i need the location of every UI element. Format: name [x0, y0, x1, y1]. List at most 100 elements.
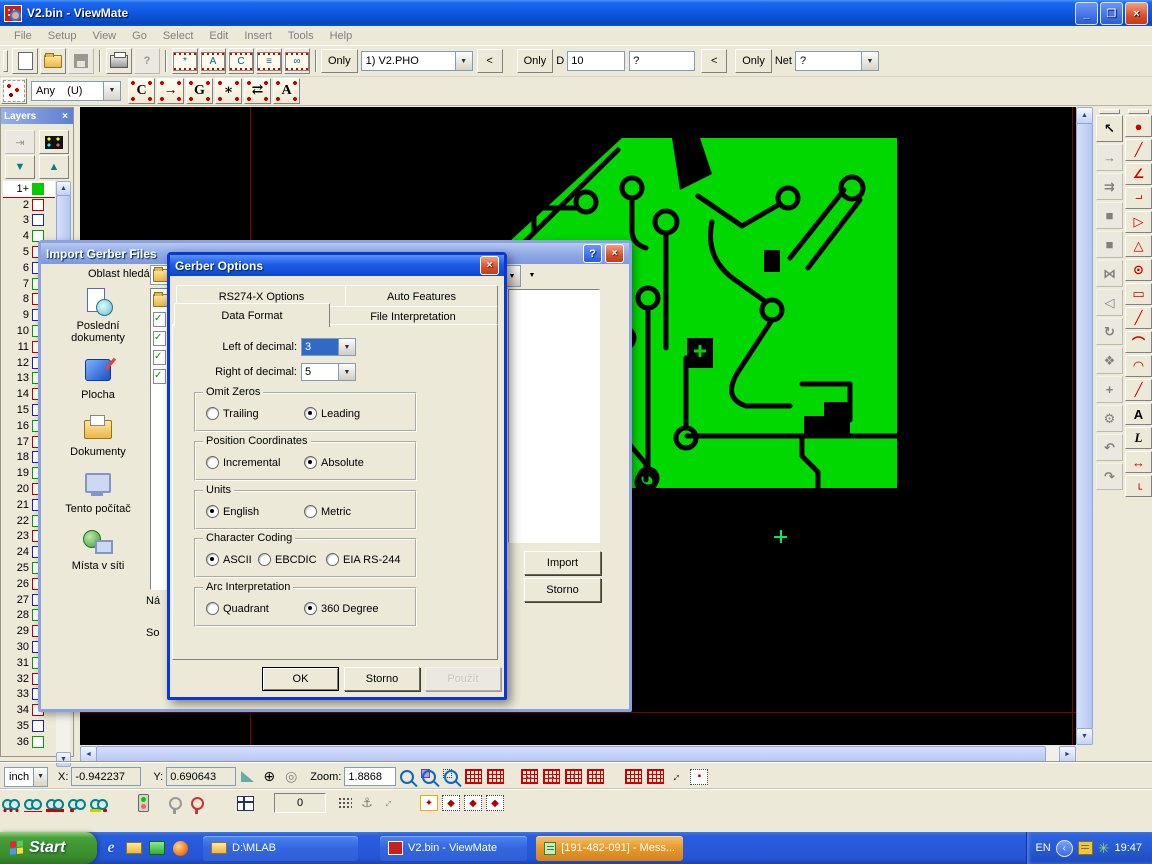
scroll-down-button[interactable]: ▼ — [1076, 728, 1093, 745]
snap-corners-tool[interactable]: ❖ — [1096, 347, 1123, 374]
gerber-file-icon[interactable] — [153, 369, 166, 384]
previous-dcode-button[interactable]: < — [701, 49, 727, 73]
layer-down-button[interactable]: ▼ — [5, 155, 35, 179]
pan-right-button[interactable]: → — [541, 767, 561, 787]
save-button[interactable] — [68, 48, 94, 74]
layer-up-button[interactable]: ▲ — [39, 155, 69, 179]
chevron-down-icon[interactable]: ▼ — [33, 767, 48, 787]
view-all-dcodes-button[interactable] — [1, 793, 21, 813]
menu-view[interactable]: View — [84, 28, 124, 44]
move-item-tool[interactable]: + — [1096, 376, 1123, 403]
path-corner-tool[interactable]: ⌐ — [1125, 187, 1152, 209]
grid-snap-button[interactable] — [463, 767, 483, 787]
menu-edit[interactable]: Edit — [201, 28, 236, 44]
text-tool[interactable]: A — [1125, 403, 1152, 425]
flash-mode-button[interactable]: ✦ — [419, 793, 439, 813]
dimension-tool[interactable]: ↔ — [1125, 451, 1152, 473]
dcode-type-combo[interactable]: Any (U) ▼ — [31, 81, 121, 101]
layer-color-swatch[interactable] — [32, 183, 44, 195]
metric-radio[interactable] — [304, 505, 317, 518]
layer-dock-button[interactable]: ⇥ — [5, 130, 35, 154]
trailing-radio[interactable] — [206, 407, 219, 420]
gerber-file-icon[interactable] — [153, 312, 166, 327]
layer-filter-combo[interactable]: 1) V2.PHO ▼ — [361, 51, 473, 71]
chevron-down-icon[interactable]: ▼ — [861, 51, 879, 71]
dcode-draw-button[interactable]: → — [157, 78, 184, 104]
dcode-aperture-button[interactable]: A — [273, 78, 300, 104]
circle-tool[interactable]: ⊙ — [1125, 259, 1152, 281]
only-net-button[interactable]: Only — [735, 49, 772, 73]
tray-notes-icon[interactable] — [1078, 841, 1093, 855]
view-selected-button[interactable] — [89, 793, 109, 813]
zoom-value-input[interactable]: 1.8868 — [344, 767, 396, 786]
vertical-scroll-thumb[interactable] — [1076, 123, 1093, 729]
restore-button[interactable]: ❐ — [1100, 2, 1123, 25]
settings-gear-tool[interactable]: ⚙ — [1096, 405, 1123, 432]
lamp-off-button[interactable] — [165, 793, 185, 813]
open-file-button[interactable] — [40, 48, 66, 74]
apply-button[interactable]: Použít — [425, 667, 501, 691]
place-my-computer[interactable]: Tento počítač — [50, 471, 146, 515]
menu-setup[interactable]: Setup — [40, 28, 85, 44]
line-tool[interactable]: ╱ — [1125, 139, 1152, 161]
flash-point-tool[interactable]: ● — [1125, 115, 1152, 137]
gerber-file-icon[interactable] — [153, 350, 166, 365]
redo-curve-tool[interactable]: ↷ — [1096, 463, 1123, 490]
menu-tools[interactable]: Tools — [280, 28, 322, 44]
filled-box-tool[interactable]: ■ — [1096, 202, 1123, 229]
dcode-filter-input[interactable]: ? — [629, 51, 695, 71]
scroll-left-button[interactable]: ◄ — [80, 746, 97, 763]
zoom-in-button[interactable] — [397, 767, 417, 787]
open-polygon-tool[interactable]: ▷ — [1125, 211, 1152, 233]
arc-line-tool[interactable]: ╱ — [1125, 307, 1152, 329]
vertical-scrollbar[interactable]: ▲ ▼ — [1076, 107, 1092, 745]
undo-tool[interactable]: ↶ — [1096, 434, 1123, 461]
menu-go[interactable]: Go — [124, 28, 155, 44]
filled-box2-tool[interactable]: ■ — [1096, 231, 1123, 258]
import-cancel-button[interactable]: Storno — [524, 578, 601, 602]
ascii-radio[interactable] — [206, 553, 219, 566]
dcode-input[interactable]: 10 — [567, 51, 625, 71]
task-viewmate[interactable]: V2.bin - ViewMate — [380, 836, 527, 861]
layer-row-1+[interactable]: 1+ — [3, 181, 55, 197]
menu-help[interactable]: Help — [322, 28, 361, 44]
zoom-dcode-button[interactable] — [419, 767, 439, 787]
pad-mode-button[interactable]: ◆ — [441, 793, 461, 813]
sketch-line-tool[interactable]: ╱ — [1125, 379, 1152, 401]
menu-file[interactable]: File — [6, 28, 40, 44]
task-mlab-folder[interactable]: D:\MLAB — [203, 836, 358, 861]
grid-offset-button[interactable] — [623, 767, 643, 787]
left-of-decimal-combo[interactable]: 3 ▼ — [301, 338, 356, 356]
pan-up-button[interactable]: ↑ — [585, 767, 605, 787]
ok-button[interactable]: OK — [262, 667, 339, 691]
dcode-g-button[interactable]: G — [186, 78, 213, 104]
target-button[interactable]: ◎ — [281, 767, 301, 787]
ebcdic-radio[interactable] — [258, 553, 271, 566]
arc-sweep-tool[interactable]: ◠ — [1125, 355, 1152, 377]
quicklaunch-firefox-icon[interactable] — [171, 839, 189, 857]
film-measure-button[interactable]: A — [200, 48, 226, 74]
tab-file-interpretation[interactable]: File Interpretation — [328, 306, 498, 326]
dialog-close-button[interactable]: × — [480, 256, 499, 275]
only-dcode-button[interactable]: Only — [517, 49, 554, 73]
incremental-radio[interactable] — [206, 456, 219, 469]
layers-panel-titlebar[interactable]: Layers × — [1, 108, 73, 124]
chevron-down-icon[interactable]: ▼ — [103, 81, 121, 101]
scroll-up-button[interactable]: ▲ — [56, 181, 71, 196]
layer-row-2[interactable]: 2 — [3, 197, 55, 213]
view-lines-button[interactable] — [23, 793, 43, 813]
lamp-on-button[interactable] — [187, 793, 207, 813]
stretch-button[interactable]: ↕ — [667, 767, 687, 787]
pad-select-mode-button[interactable]: ◆ — [485, 793, 505, 813]
views-dropdown-icon[interactable]: ▼ — [523, 265, 541, 285]
measure-angle-button[interactable] — [237, 767, 257, 787]
leading-radio[interactable] — [304, 407, 317, 420]
360-degree-radio[interactable] — [304, 602, 317, 615]
menu-select[interactable]: Select — [155, 28, 202, 44]
grid-edit-button[interactable] — [645, 767, 665, 787]
new-file-button[interactable] — [12, 48, 38, 74]
layer-color-swatch[interactable] — [32, 214, 44, 226]
pan-down-button[interactable]: ↓ — [563, 767, 583, 787]
arc-tool[interactable]: ⌒ — [1125, 331, 1152, 353]
layer-color-swatch[interactable] — [32, 199, 44, 211]
